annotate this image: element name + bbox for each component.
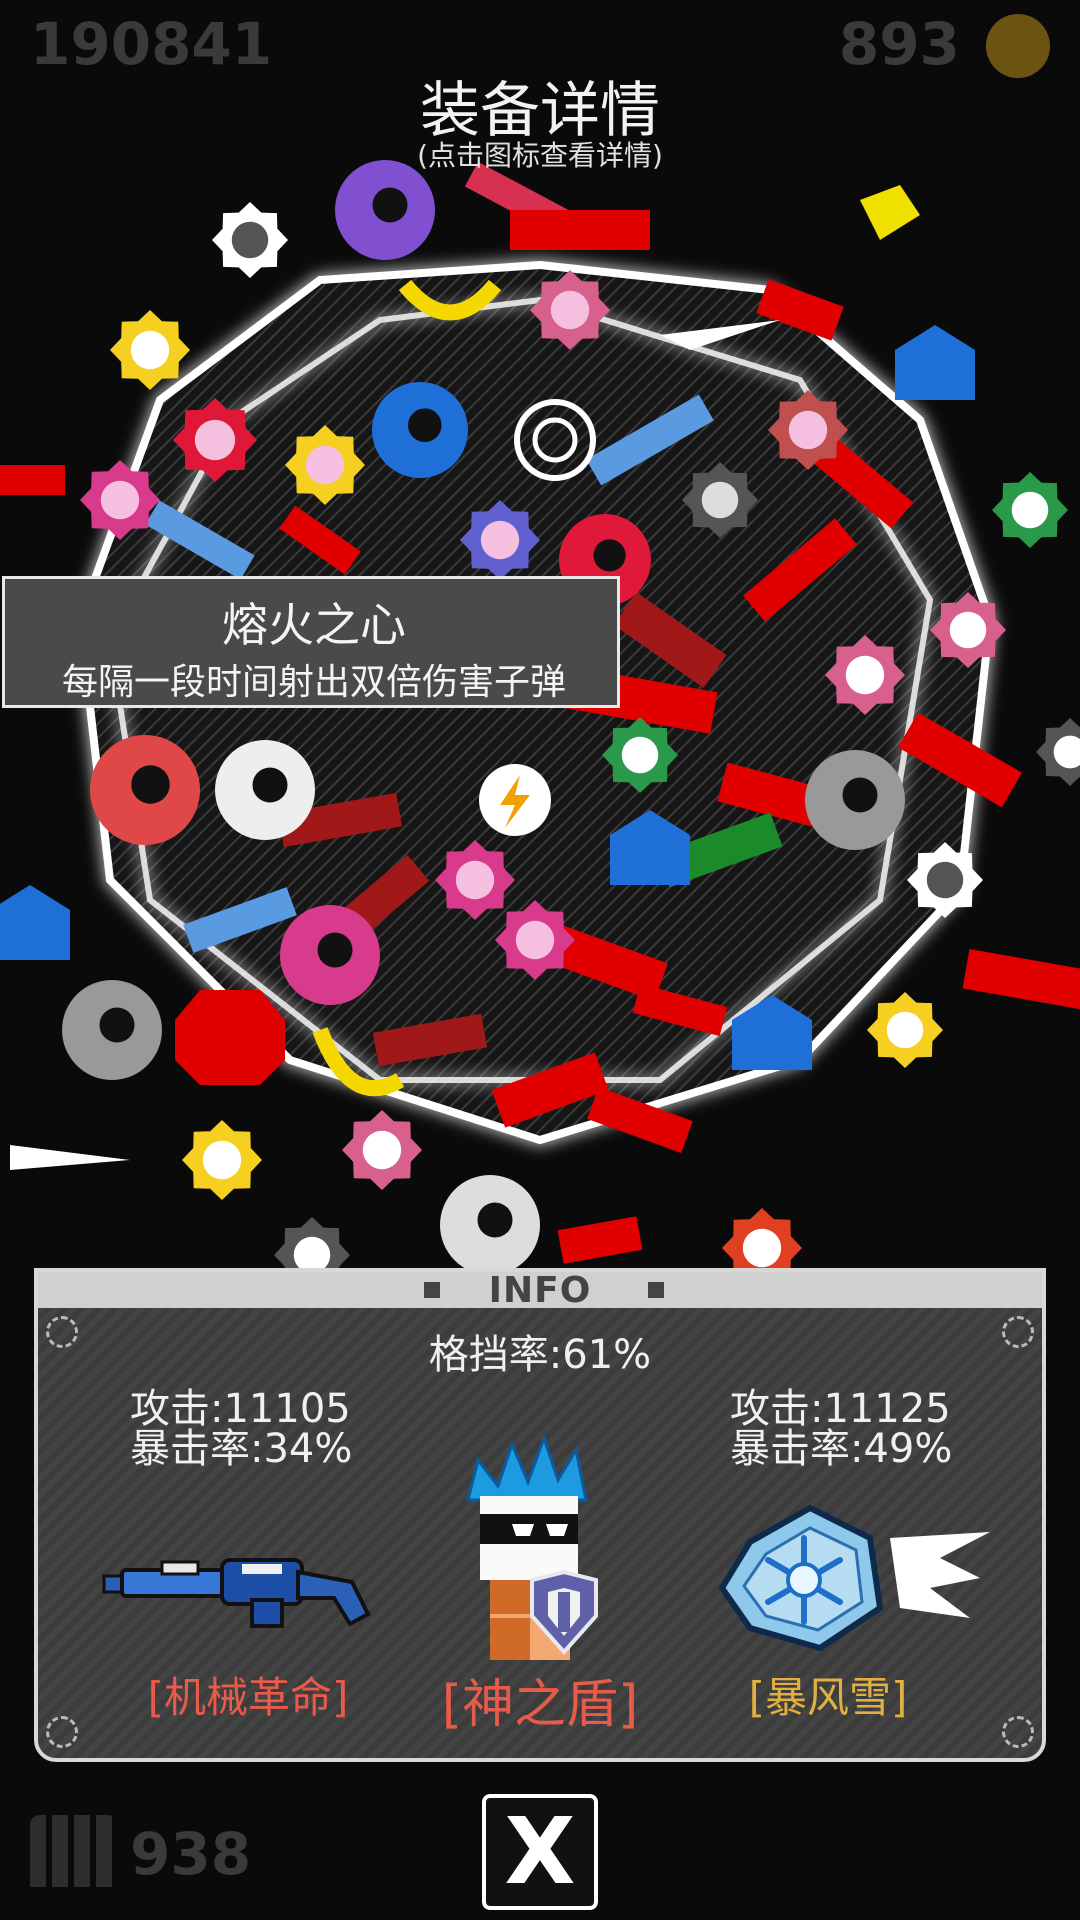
ammo-count: 938 [130,1820,252,1888]
gear-icon[interactable] [285,425,365,505]
gear-icon[interactable] [602,717,678,793]
equipment-ring-core [131,765,170,804]
blade-piece[interactable] [10,1145,130,1170]
equipment-swirl[interactable] [0,150,1080,1270]
gear-icon[interactable] [930,592,1006,668]
armor-piece[interactable] [0,885,70,960]
equipment-ring-core [372,187,408,223]
gear-icon[interactable] [495,900,575,980]
shield-icon [530,1570,598,1656]
page-subtitle: (点击图标查看详情) [417,139,663,172]
gear-icon[interactable] [80,460,160,540]
snowflake-icon[interactable] [710,1498,990,1658]
gear-icon[interactable] [274,1217,350,1270]
right-weapon-crit: 暴击率:49% [730,1426,953,1472]
ammo-icon [30,1815,118,1887]
gear-icon[interactable] [722,1208,802,1270]
gear-icon[interactable] [1036,718,1080,786]
left-weapon-attack: 攻击:11105 [130,1386,351,1432]
equipment-ring-core [408,408,442,443]
equipment-ring-core [99,1007,135,1043]
gear-icon[interactable] [460,500,540,580]
weapon-piece[interactable] [962,949,1080,1011]
gear-icon[interactable] [992,472,1068,548]
gun-icon[interactable] [102,1542,392,1642]
tooltip-item-description: 每隔一段时间射出双倍伤害子弹 [61,662,566,703]
close-button[interactable]: X [482,1794,598,1910]
equipment-ring-core [252,767,288,803]
item-tooltip: 熔火之心 每隔一段时间射出双倍伤害子弹 [2,576,620,708]
equipment-ring-core [477,1202,513,1238]
gear-icon[interactable] [110,310,190,390]
tooltip-item-name: 熔火之心 [222,598,406,652]
left-weapon-name: [机械革命] [147,1673,349,1722]
equipment-ring-core [593,539,626,572]
armor-piece[interactable] [895,325,975,400]
key-piece[interactable] [860,185,920,240]
gear-icon[interactable] [768,390,848,470]
gear-icon[interactable] [173,398,257,482]
armor-piece[interactable] [175,990,285,1085]
gear-icon[interactable] [182,1120,262,1200]
gear-icon[interactable] [435,840,515,920]
right-weapon-attack: 攻击:11125 [730,1386,951,1432]
left-weapon-crit: 暴击率:34% [130,1426,353,1472]
character-name: [神之盾] [441,1675,639,1735]
info-panel-title: INFO [488,1270,592,1311]
weapon-piece[interactable] [0,465,65,495]
equipment-ring-core [842,777,878,813]
equipment-ring-core [317,932,353,968]
weapon-piece[interactable] [557,1216,643,1264]
gear-icon[interactable] [530,270,610,350]
screw-icon [46,1716,78,1748]
gear-icon[interactable] [212,202,288,278]
gear-icon[interactable] [342,1110,422,1190]
gear-icon[interactable] [907,842,983,918]
info-panel: INFO 格挡率:61% 攻击:11105 暴击率:34% [机械革命] [神之… [34,1268,1046,1762]
right-weapon-name: [暴风雪] [748,1673,908,1722]
weapon-piece[interactable] [510,210,650,250]
close-icon: X [504,1798,576,1905]
gear-icon[interactable] [682,462,758,538]
gear-icon[interactable] [825,635,905,715]
gear-icon[interactable] [867,992,943,1068]
block-rate: 格挡率:61% [428,1332,652,1378]
screw-icon [1002,1716,1034,1748]
